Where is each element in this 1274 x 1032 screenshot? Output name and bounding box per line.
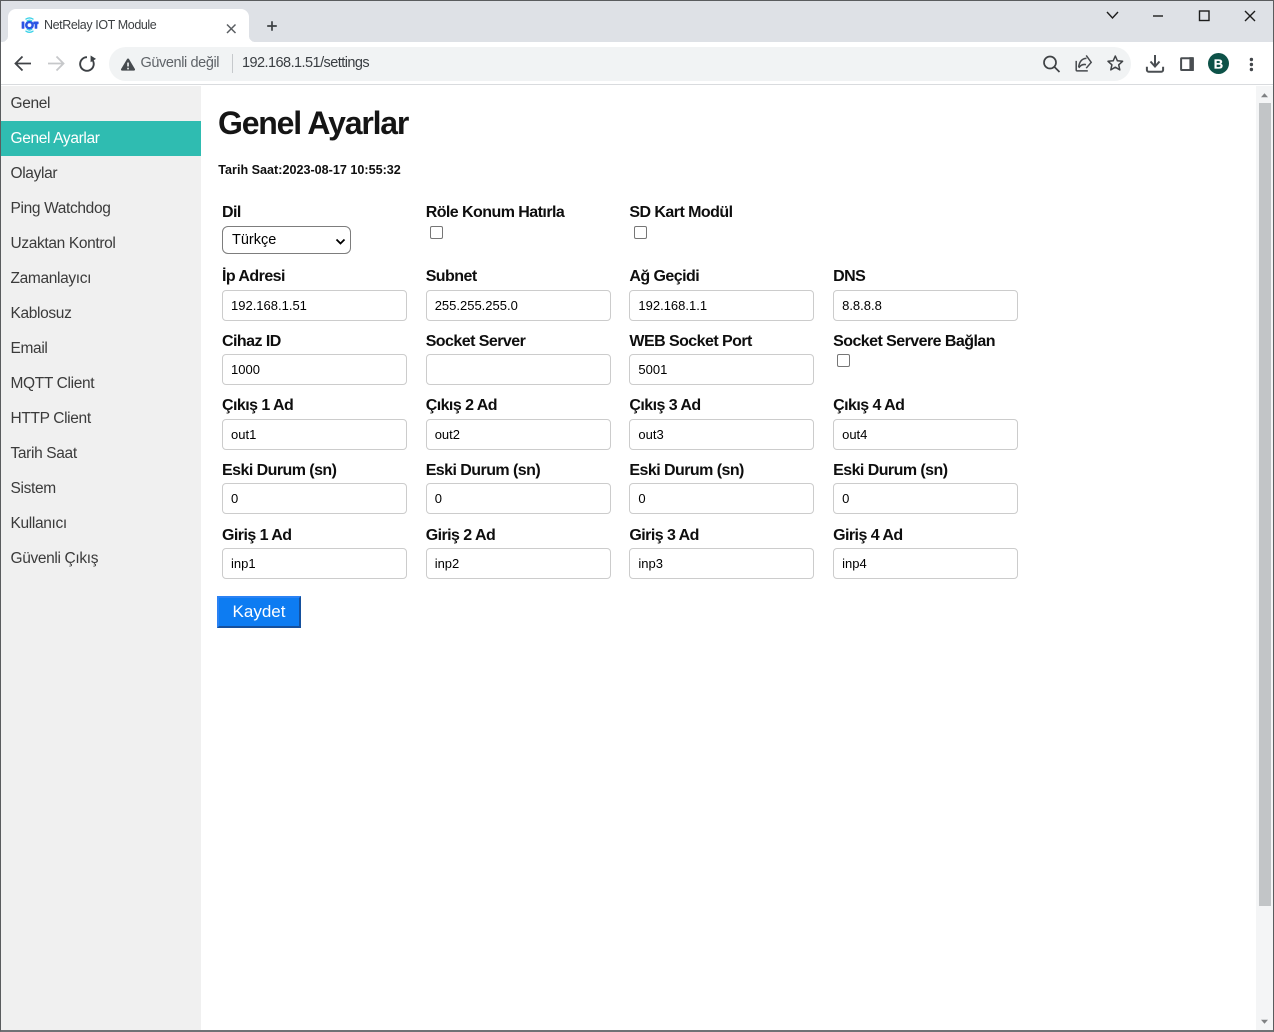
svg-text:B: B: [1214, 56, 1223, 71]
